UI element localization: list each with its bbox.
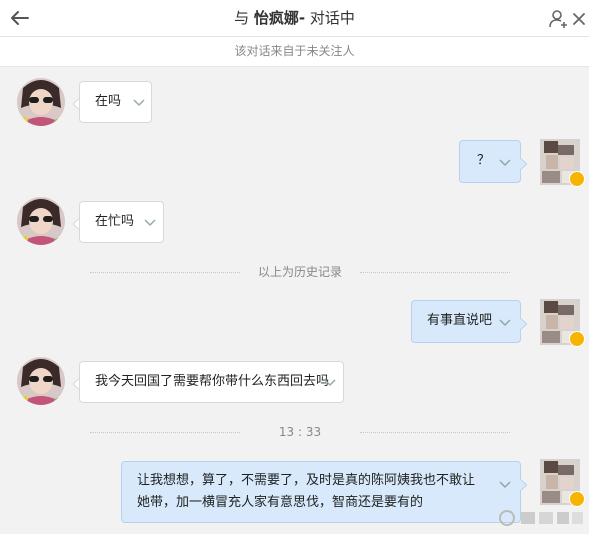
chevron-down-icon[interactable]	[143, 218, 157, 228]
bubble-tail	[519, 476, 528, 492]
message-text: ？	[477, 153, 491, 168]
verified-badge-icon	[569, 491, 585, 507]
conversation-title: 与 怡疯娜- 对话中	[0, 0, 589, 36]
history-divider: 以上为历史记录	[80, 262, 520, 282]
chevron-down-icon[interactable]	[323, 378, 337, 388]
contact-avatar[interactable]	[17, 357, 65, 405]
message-text: 在吗	[95, 94, 122, 109]
verified-badge-icon	[569, 331, 585, 347]
title-suffix: 对话中	[309, 9, 355, 27]
contact-avatar[interactable]	[17, 197, 65, 245]
top-bar: 与 怡疯娜- 对话中	[0, 0, 589, 37]
message-text: 让我想想，算了，不需要了，及时是真的陈阿姨我也不敢让她带，加一横冒充人家有意思伐…	[137, 473, 476, 510]
message-bubble-incoming[interactable]: 在吗	[79, 81, 152, 123]
message-bubble-outgoing[interactable]: 让我想想，算了，不需要了，及时是真的陈阿姨我也不敢让她带，加一横冒充人家有意思伐…	[121, 461, 521, 523]
chevron-down-icon[interactable]	[498, 318, 512, 328]
message-bubble-outgoing[interactable]: 有事直说吧	[411, 300, 521, 343]
message-bubble-incoming[interactable]: 在忙吗	[79, 201, 164, 243]
close-icon[interactable]	[570, 8, 589, 30]
blurred-watermark	[497, 506, 585, 530]
contact-name[interactable]: 怡疯娜-	[254, 9, 305, 27]
add-user-icon[interactable]	[548, 8, 570, 30]
bubble-tail	[519, 155, 528, 171]
time-divider: 13 : 33	[80, 422, 520, 442]
title-prefix: 与	[234, 9, 250, 27]
chevron-down-icon[interactable]	[498, 158, 512, 168]
message-text: 在忙吗	[95, 214, 135, 229]
message-text: 我今天回国了需要帮你带什么东西回去吗	[95, 374, 330, 389]
history-divider-text: 以上为历史记录	[257, 265, 342, 279]
unfollowed-notice: 该对话来自于未关注人	[0, 37, 589, 67]
contact-avatar[interactable]	[17, 78, 65, 126]
chevron-down-icon[interactable]	[132, 98, 146, 108]
time-divider-text: 13 : 33	[278, 425, 322, 439]
verified-badge-icon	[569, 171, 585, 187]
message-bubble-outgoing[interactable]: ？	[459, 140, 521, 183]
message-text: 有事直说吧	[427, 313, 493, 328]
message-bubble-incoming[interactable]: 我今天回国了需要帮你带什么东西回去吗	[79, 361, 344, 403]
bubble-tail	[519, 315, 528, 331]
chevron-down-icon[interactable]	[498, 480, 512, 490]
